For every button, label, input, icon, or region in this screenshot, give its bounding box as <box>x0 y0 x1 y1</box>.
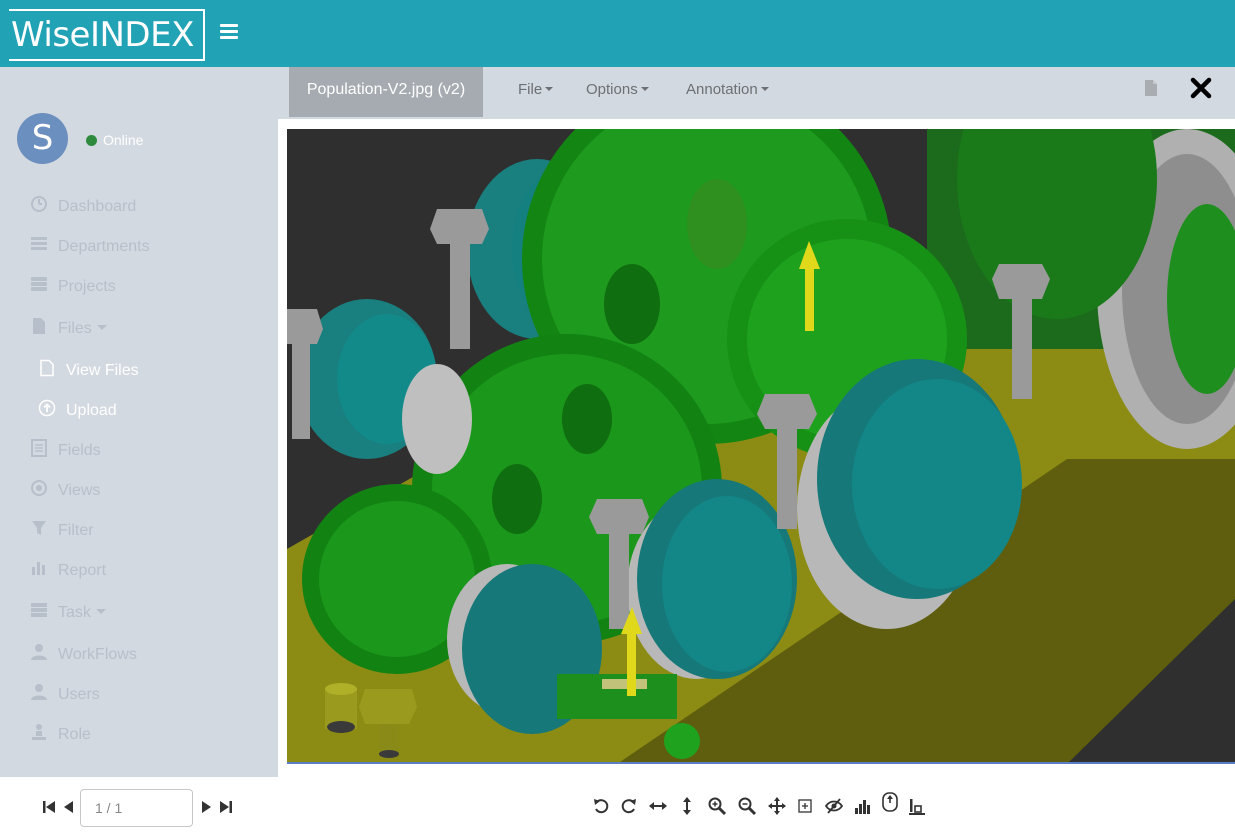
bottom-toolbar <box>0 778 1235 832</box>
hide-annotations-icon[interactable] <box>824 796 844 816</box>
sidebar-item-projects[interactable]: Projects <box>30 275 116 299</box>
form-icon <box>31 439 47 457</box>
select-icon[interactable] <box>880 792 900 812</box>
sidebar-item-users[interactable]: Users <box>30 683 100 707</box>
file-icon <box>33 318 45 334</box>
chevron-down-icon <box>96 325 107 330</box>
sidebar-item-role[interactable]: Role <box>30 723 91 747</box>
tasks-icon <box>31 603 47 617</box>
sidebar-item-view-files[interactable]: View Files <box>38 359 139 383</box>
prev-page-icon[interactable] <box>63 800 75 814</box>
stack-icon <box>31 277 47 291</box>
sidebar-item-workflows[interactable]: WorkFlows <box>30 643 137 667</box>
file-outline-icon <box>40 359 54 377</box>
filter-icon <box>32 521 46 535</box>
gearbox-render-image <box>287 129 1235 762</box>
user-icon <box>31 684 47 700</box>
top-navbar: WiseINDEX <box>0 0 1235 67</box>
viewer-header: Population-V2.jpg (v2) File Options Anno… <box>278 67 1235 119</box>
bar-chart-icon <box>32 562 45 575</box>
sidebar-item-views[interactable]: Views <box>30 479 100 503</box>
rotate-right-icon[interactable] <box>619 796 639 816</box>
baseline-icon[interactable] <box>907 796 927 816</box>
image-canvas[interactable] <box>287 129 1235 764</box>
upload-icon <box>38 399 56 417</box>
sidebar: S Online Dashboard Departments Projects … <box>0 67 278 777</box>
online-dot-icon <box>86 135 97 146</box>
list-icon <box>31 237 47 250</box>
menu-annotation[interactable]: Annotation <box>686 81 769 98</box>
sidebar-item-departments[interactable]: Departments <box>30 235 150 259</box>
close-icon[interactable] <box>1190 77 1212 99</box>
menu-file[interactable]: File <box>518 81 554 98</box>
sidebar-item-upload[interactable]: Upload <box>38 399 117 423</box>
next-page-icon[interactable] <box>200 800 212 814</box>
chevron-down-icon <box>640 87 649 91</box>
fit-height-icon[interactable] <box>677 796 697 816</box>
pan-icon[interactable] <box>767 796 787 816</box>
document-icon[interactable] <box>1144 79 1158 97</box>
zoom-rect-icon[interactable] <box>795 796 815 816</box>
sidebar-item-dashboard[interactable]: Dashboard <box>30 195 136 219</box>
rotate-left-icon[interactable] <box>591 796 611 816</box>
dashboard-icon <box>31 196 47 212</box>
user-icon <box>31 644 47 660</box>
sidebar-item-files[interactable]: Files <box>30 317 107 341</box>
file-tab[interactable]: Population-V2.jpg (v2) <box>289 67 483 117</box>
chevron-down-icon <box>760 87 769 91</box>
page-number-input[interactable] <box>80 789 193 827</box>
status-text: Online <box>103 132 144 148</box>
zoom-out-icon[interactable] <box>737 796 757 816</box>
zoom-in-icon[interactable] <box>707 796 727 816</box>
role-icon <box>32 724 46 740</box>
sidebar-item-fields[interactable]: Fields <box>30 439 101 463</box>
histogram-icon[interactable] <box>853 796 873 816</box>
first-page-icon[interactable] <box>43 800 55 814</box>
avatar[interactable]: S <box>17 113 68 164</box>
sidebar-item-filter[interactable]: Filter <box>30 519 94 543</box>
user-status: Online <box>86 132 143 148</box>
menu-options[interactable]: Options <box>586 81 649 98</box>
logo-frame <box>9 9 205 61</box>
viewer-area <box>278 119 1235 778</box>
menu-toggle-icon[interactable] <box>220 24 238 42</box>
view-icon <box>31 480 47 496</box>
chevron-down-icon <box>545 87 554 91</box>
chevron-down-icon <box>95 609 106 614</box>
app-logo[interactable]: WiseINDEX <box>9 9 205 61</box>
fit-width-icon[interactable] <box>648 796 668 816</box>
last-page-icon[interactable] <box>220 800 232 814</box>
sidebar-item-task[interactable]: Task <box>30 601 106 625</box>
sidebar-item-report[interactable]: Report <box>30 559 106 583</box>
